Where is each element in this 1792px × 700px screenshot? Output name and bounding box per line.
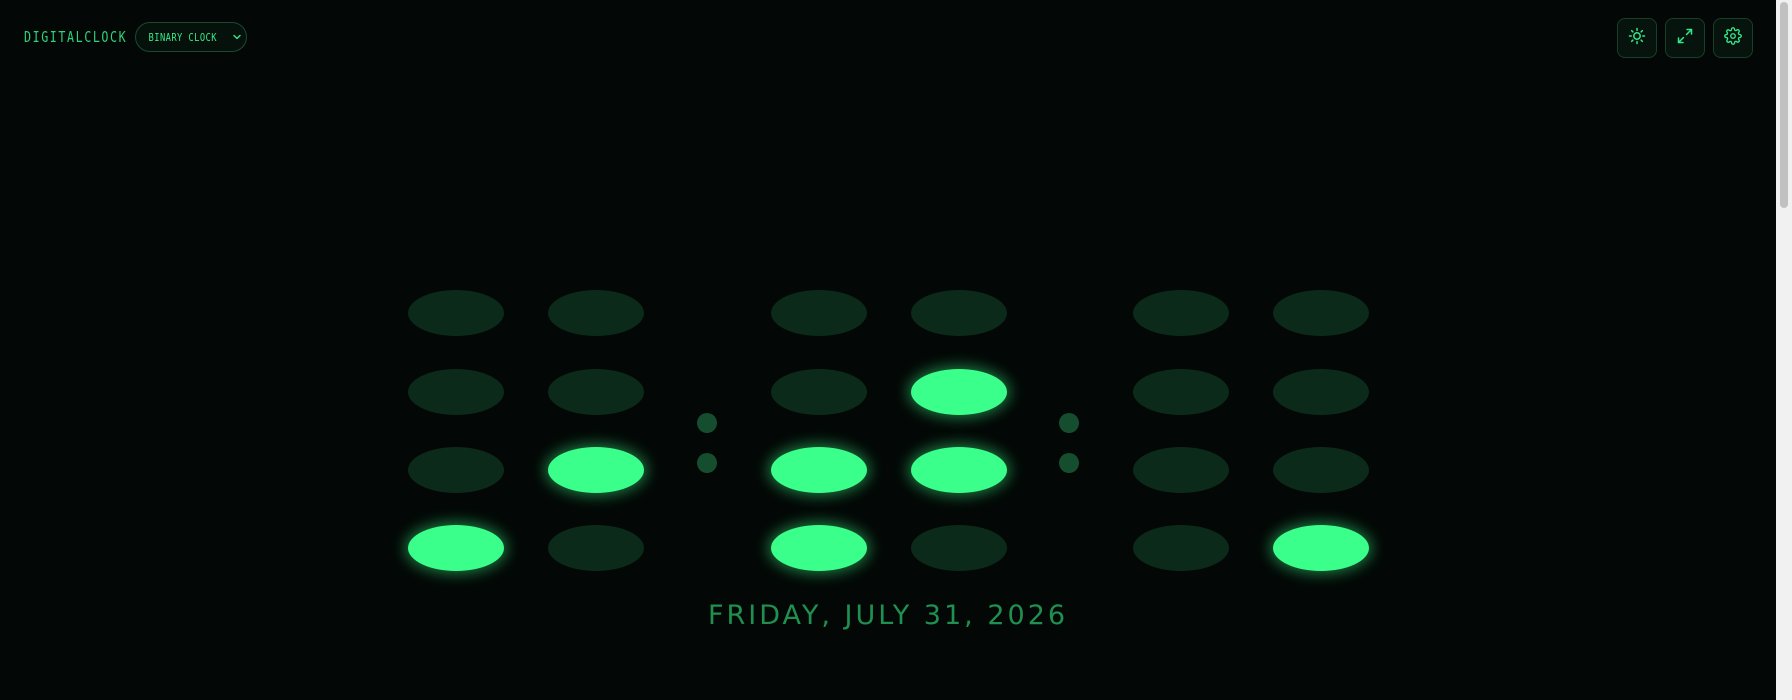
second-tens-bit-2-off [1133, 447, 1229, 493]
second-ones-bit-8-off [1273, 290, 1369, 336]
minute-tens-bit-2-on [771, 447, 867, 493]
minute-tens-bit-4-off [771, 369, 867, 415]
hour-tens-bit-8-off [408, 290, 504, 336]
hour-ones-bit-1-off [548, 525, 644, 571]
binary-clock [0, 0, 1776, 700]
minute-ones-bit-1-off [911, 525, 1007, 571]
second-ones-bit-2-off [1273, 447, 1369, 493]
hour-ones-bit-4-off [548, 369, 644, 415]
minute-ones-bit-4-on [911, 369, 1007, 415]
hour-tens-bit-1-on [408, 525, 504, 571]
second-tens-bit-8-off [1133, 290, 1229, 336]
vertical-scrollbar[interactable] [1776, 0, 1792, 700]
minute-ones-bit-8-off [911, 290, 1007, 336]
second-ones-bit-4-off [1273, 369, 1369, 415]
minute-ones-bit-2-on [911, 447, 1007, 493]
hour-ones-bit-8-off [548, 290, 644, 336]
minute-tens-bit-8-off [771, 290, 867, 336]
app-window: DIGITALCLOCK BINARY CLOCK FRIDAY, JULY 3… [0, 0, 1792, 700]
second-tens-bit-4-off [1133, 369, 1229, 415]
second-ones-bit-1-on [1273, 525, 1369, 571]
separator-dot [1059, 453, 1079, 473]
hour-tens-bit-4-off [408, 369, 504, 415]
second-tens-bit-1-off [1133, 525, 1229, 571]
separator-dot [697, 413, 717, 433]
scrollbar-thumb[interactable] [1780, 2, 1788, 208]
separator-dot [1059, 413, 1079, 433]
hour-ones-bit-2-on [548, 447, 644, 493]
hour-tens-bit-2-off [408, 447, 504, 493]
minute-tens-bit-1-on [771, 525, 867, 571]
date-display: FRIDAY, JULY 31, 2026 [707, 600, 1069, 631]
separator-dot [697, 453, 717, 473]
